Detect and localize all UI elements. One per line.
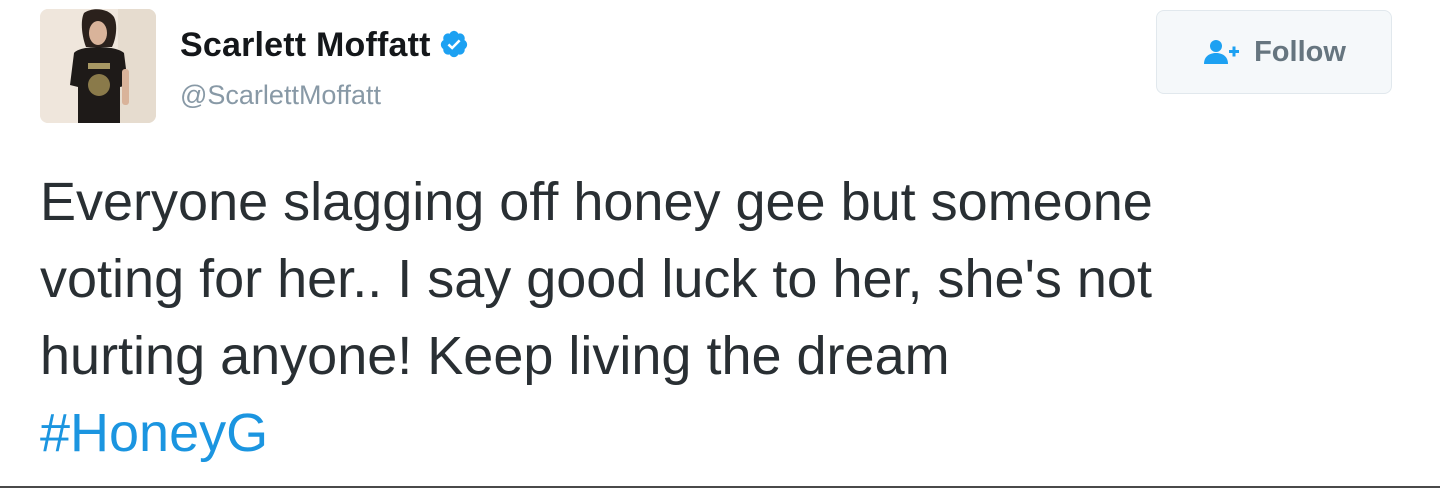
tweet-text-line: Everyone slagging off honey gee but some…: [40, 172, 1153, 232]
author-handle[interactable]: @ScarlettMoffatt: [180, 82, 381, 109]
avatar[interactable]: [40, 9, 156, 123]
follow-person-plus-icon: [1202, 38, 1242, 66]
author-display-name[interactable]: Scarlett Moffatt: [180, 28, 431, 62]
follow-button[interactable]: Follow: [1156, 10, 1392, 94]
tweet-text: Everyone slagging off honey gee but some…: [40, 164, 1410, 472]
hashtag-link[interactable]: #HoneyG: [40, 403, 268, 463]
tweet-card: Scarlett Moffatt @ScarlettMoffatt Follow…: [0, 0, 1440, 488]
author-row: Scarlett Moffatt: [180, 28, 469, 62]
verified-badge-icon: [439, 29, 469, 59]
avatar-photo: [40, 9, 156, 123]
tweet-text-line: voting for her.. I say good luck to her,…: [40, 249, 1152, 309]
follow-button-label: Follow: [1254, 35, 1346, 68]
tweet-text-line: hurting anyone! Keep living the dream: [40, 326, 950, 386]
